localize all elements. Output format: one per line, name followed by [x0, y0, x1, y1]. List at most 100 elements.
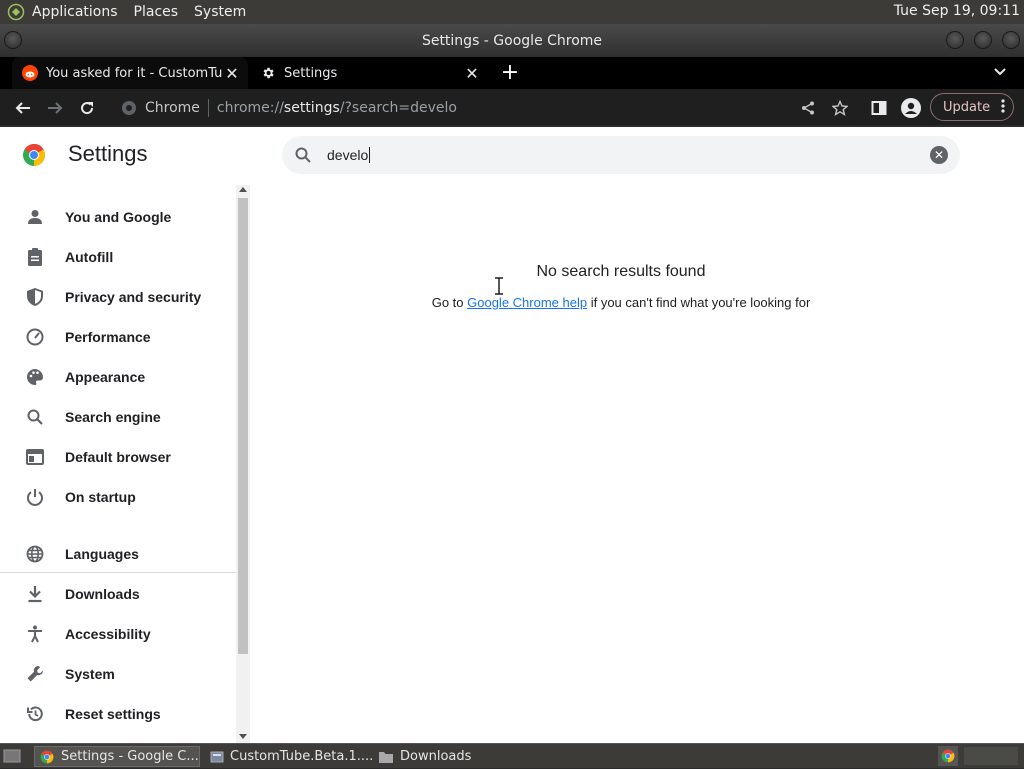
sidebar-item-label: Reset settings	[65, 706, 161, 722]
taskbar-item-label: Settings - Google C...	[61, 749, 199, 764]
chrome-site-icon	[120, 99, 138, 117]
chrome-icon	[39, 749, 55, 765]
scroll-up-arrow-icon[interactable]	[239, 187, 247, 192]
text-caret	[369, 147, 371, 163]
chrome-logo-icon	[22, 143, 46, 167]
sidebar-item-you-and-google[interactable]: You and Google	[0, 197, 236, 237]
folder-icon	[378, 749, 394, 765]
bottom-taskbar: Settings - Google C... CustomTube.Beta.1…	[0, 743, 1024, 768]
tray-chrome-icon[interactable]	[938, 746, 958, 766]
sidebar-item-privacy[interactable]: Privacy and security	[0, 277, 236, 317]
settings-page: Settings develo ✕ You and Google Autofil…	[0, 127, 1024, 743]
tab-title: Settings	[284, 65, 338, 81]
person-icon	[25, 207, 45, 227]
omnibox-divider	[207, 99, 209, 117]
search-input[interactable]: develo	[327, 147, 368, 163]
settings-search-field[interactable]: develo ✕	[282, 136, 960, 174]
tab-close-icon[interactable]: ✕	[462, 63, 482, 83]
page-title: Settings	[68, 141, 148, 166]
settings-sidebar: You and Google Autofill Privacy and secu…	[0, 185, 236, 743]
sidebar-item-autofill[interactable]: Autofill	[0, 237, 236, 277]
sidebar-item-label: On startup	[65, 489, 136, 505]
sidebar-item-label: Search engine	[65, 409, 161, 425]
show-desktop-icon[interactable]	[2, 747, 22, 765]
window-menu-button[interactable]	[4, 31, 22, 49]
url-scheme: chrome://	[216, 100, 284, 116]
window-title: Settings - Google Chrome	[421, 32, 603, 49]
shield-icon	[25, 287, 45, 307]
tab-title: You asked for it - CustomTube	[46, 65, 222, 81]
search-icon	[25, 407, 45, 427]
bookmark-star-icon[interactable]	[827, 95, 853, 121]
forward-arrow-icon[interactable]	[42, 95, 68, 121]
accessibility-icon	[25, 624, 45, 644]
back-arrow-icon[interactable]	[10, 95, 36, 121]
update-button[interactable]: Update	[930, 93, 1014, 121]
maximize-button[interactable]	[974, 31, 992, 49]
close-window-button[interactable]	[1002, 31, 1020, 49]
profile-avatar-icon[interactable]	[898, 95, 924, 121]
scrollbar-thumb[interactable]	[238, 198, 248, 654]
palette-icon	[25, 367, 45, 387]
new-tab-plus-icon[interactable]: +	[498, 60, 522, 85]
minimize-button[interactable]	[946, 31, 964, 49]
sidebar-item-reset-settings[interactable]: Reset settings	[0, 694, 236, 734]
sidebar-item-performance[interactable]: Performance	[0, 317, 236, 357]
system-menu[interactable]: System	[194, 4, 246, 20]
address-bar[interactable]: Chrome chrome://settings/?search=develo	[112, 93, 858, 123]
top-panel: Applications Places System Tue Sep 19, 0…	[0, 0, 1024, 24]
tab-customtube[interactable]: You asked for it - CustomTube ✕	[12, 57, 248, 89]
tab-search-chevron-icon[interactable]	[990, 62, 1010, 82]
sidebar-item-default-browser[interactable]: Default browser	[0, 437, 236, 477]
side-panel-icon[interactable]	[866, 95, 892, 121]
sidebar-item-label: You and Google	[65, 209, 172, 225]
sidebar-item-appearance[interactable]: Appearance	[0, 357, 236, 397]
tab-settings[interactable]: Settings ✕	[250, 57, 488, 89]
power-icon	[25, 487, 45, 507]
sidebar-item-on-startup[interactable]: On startup	[0, 477, 236, 517]
places-menu[interactable]: Places	[134, 4, 179, 20]
sidebar-item-label: System	[65, 666, 115, 682]
taskbar-item-downloads[interactable]: Downloads	[374, 746, 494, 767]
taskbar-item-label: Downloads	[400, 749, 472, 764]
reset-icon	[25, 704, 45, 724]
wrench-icon	[25, 664, 45, 684]
browser-icon	[25, 447, 45, 467]
sidebar-item-languages[interactable]: Languages	[0, 534, 236, 574]
help-prefix: Go to	[431, 295, 468, 310]
url-path: /?search=develo	[339, 100, 458, 116]
tab-close-icon[interactable]: ✕	[222, 63, 242, 83]
chrome-help-link[interactable]: Google Chrome help	[467, 295, 587, 310]
settings-header: Settings	[0, 127, 260, 185]
share-icon[interactable]	[795, 95, 821, 121]
kebab-menu-icon[interactable]	[1001, 98, 1005, 118]
sidebar-item-label: Accessibility	[65, 626, 151, 642]
sidebar-item-label: Performance	[65, 329, 151, 345]
reload-icon[interactable]	[74, 95, 100, 121]
clock[interactable]: Tue Sep 19, 09:11	[894, 3, 1020, 19]
workspace-switcher[interactable]	[964, 747, 1018, 765]
sidebar-item-accessibility[interactable]: Accessibility	[0, 614, 236, 654]
search-icon	[293, 145, 313, 165]
taskbar-item-customtube[interactable]: CustomTube.Beta.1....	[206, 746, 374, 767]
sidebar-item-downloads[interactable]: Downloads	[0, 574, 236, 614]
site-chip: Chrome	[145, 100, 200, 116]
sidebar-item-label: Privacy and security	[65, 289, 202, 305]
help-message: Go to Google Chrome help if you can't fi…	[250, 295, 992, 310]
applications-menu[interactable]: Applications	[32, 4, 118, 20]
sidebar-item-search-engine[interactable]: Search engine	[0, 397, 236, 437]
clear-search-icon[interactable]: ✕	[930, 146, 948, 164]
taskbar-item-chrome[interactable]: Settings - Google C...	[34, 746, 200, 767]
download-icon	[25, 584, 45, 604]
scroll-down-arrow-icon[interactable]	[239, 734, 247, 739]
sidebar-item-label: Appearance	[65, 369, 146, 385]
gear-icon	[260, 65, 276, 81]
window-titlebar[interactable]: Settings - Google Chrome	[0, 24, 1024, 57]
sidebar-scrollbar[interactable]	[236, 185, 250, 743]
taskbar-item-label: CustomTube.Beta.1....	[230, 749, 374, 764]
gnome-logo-icon[interactable]	[6, 2, 26, 22]
speedometer-icon	[25, 327, 45, 347]
sidebar-item-system[interactable]: System	[0, 654, 236, 694]
url-host: settings	[283, 100, 340, 116]
update-label: Update	[943, 99, 991, 115]
